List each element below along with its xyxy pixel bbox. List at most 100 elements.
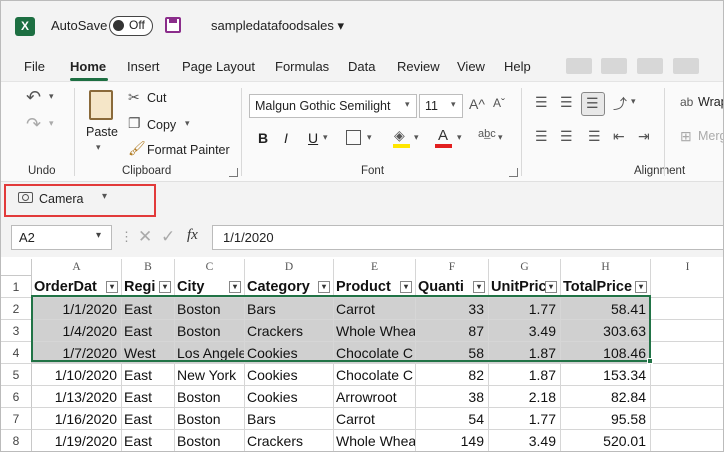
table-cell[interactable]: Carrot xyxy=(334,408,416,430)
align-left-icon[interactable]: ☰ xyxy=(535,128,548,145)
table-cell[interactable]: 3.49 xyxy=(489,430,561,451)
table-cell[interactable]: Whole Whea xyxy=(334,430,416,451)
dialog-launcher-icon[interactable] xyxy=(229,168,238,177)
empty-cell[interactable] xyxy=(651,364,723,386)
table-cell[interactable]: 58 xyxy=(416,342,489,364)
copy-button[interactable]: Copy xyxy=(147,118,176,132)
chevron-down-icon[interactable]: ▾ xyxy=(631,96,636,107)
filter-dropdown-icon[interactable]: ▾ xyxy=(635,281,647,293)
empty-cell[interactable] xyxy=(651,276,723,298)
font-color-icon[interactable]: A xyxy=(438,127,448,144)
table-cell[interactable]: 1.77 xyxy=(489,408,561,430)
chevron-down-icon[interactable]: ▾ xyxy=(102,191,107,202)
chevron-down-icon[interactable]: ▾ xyxy=(49,91,54,102)
filter-dropdown-icon[interactable]: ▾ xyxy=(106,281,118,293)
row-header-4[interactable]: 4 xyxy=(1,342,32,364)
select-all-corner[interactable] xyxy=(1,259,32,276)
tab-data[interactable]: Data xyxy=(348,59,375,74)
chevron-down-icon[interactable]: ▾ xyxy=(96,230,101,241)
camera-icon[interactable] xyxy=(18,192,33,203)
chevron-down-icon[interactable]: ▾ xyxy=(323,132,328,143)
merge-button[interactable]: Merg xyxy=(698,129,723,143)
formula-input[interactable]: 1/1/2020 xyxy=(212,225,723,250)
table-header-cell[interactable]: OrderDat ▾ xyxy=(32,276,122,298)
table-cell[interactable]: 1.87 xyxy=(489,342,561,364)
table-cell[interactable]: 58.41 xyxy=(561,298,651,320)
undo-icon[interactable]: ↶ xyxy=(26,87,41,108)
column-header-f[interactable]: F xyxy=(416,259,489,276)
table-cell[interactable]: 54 xyxy=(416,408,489,430)
table-cell[interactable]: 3.49 xyxy=(489,320,561,342)
tab-formulas[interactable]: Formulas xyxy=(275,59,329,74)
table-cell[interactable]: East xyxy=(122,320,175,342)
align-middle-icon[interactable]: ☰ xyxy=(560,94,573,111)
row-header-5[interactable]: 5 xyxy=(1,364,32,386)
fill-handle[interactable] xyxy=(647,358,653,364)
table-cell[interactable]: 1/7/2020 xyxy=(32,342,122,364)
camera-button[interactable]: Camera xyxy=(39,192,83,206)
paste-button[interactable]: Paste xyxy=(86,125,118,139)
save-icon[interactable] xyxy=(165,17,181,33)
cut-button[interactable]: Cut xyxy=(147,91,166,105)
table-cell[interactable]: West xyxy=(122,342,175,364)
italic-button[interactable]: I xyxy=(284,130,288,146)
align-right-icon[interactable]: ☰ xyxy=(588,128,601,145)
table-cell[interactable]: 1/13/2020 xyxy=(32,386,122,408)
tab-home[interactable]: Home xyxy=(70,59,106,74)
column-header-h[interactable]: H xyxy=(561,259,651,276)
table-cell[interactable]: 149 xyxy=(416,430,489,451)
tab-view[interactable]: View xyxy=(457,59,485,74)
table-cell[interactable]: 82 xyxy=(416,364,489,386)
table-cell[interactable]: 87 xyxy=(416,320,489,342)
table-cell[interactable]: 108.46 xyxy=(561,342,651,364)
table-cell[interactable]: East xyxy=(122,386,175,408)
table-header-cell[interactable]: TotalPrice ▾ xyxy=(561,276,651,298)
empty-cell[interactable] xyxy=(651,408,723,430)
table-header-cell[interactable]: Quanti ▾ xyxy=(416,276,489,298)
filter-dropdown-icon[interactable]: ▾ xyxy=(229,281,241,293)
fill-color-icon[interactable]: ◈ xyxy=(394,127,405,144)
scissors-icon[interactable]: ✂ xyxy=(128,89,140,106)
table-cell[interactable]: Chocolate C xyxy=(334,342,416,364)
filter-dropdown-icon[interactable]: ▾ xyxy=(159,281,171,293)
table-cell[interactable]: Boston xyxy=(175,408,245,430)
format-painter-button[interactable]: Format Painter xyxy=(147,143,230,157)
table-cell[interactable]: Cookies xyxy=(245,386,334,408)
table-cell[interactable]: East xyxy=(122,364,175,386)
format-painter-icon[interactable]: 🖌 xyxy=(128,140,146,157)
table-cell[interactable]: Crackers xyxy=(245,320,334,342)
table-header-cell[interactable]: UnitPric ▾ xyxy=(489,276,561,298)
decrease-indent-icon[interactable]: ⇤ xyxy=(613,128,625,145)
table-cell[interactable]: Los Angele xyxy=(175,342,245,364)
table-cell[interactable]: 33 xyxy=(416,298,489,320)
cancel-icon[interactable]: ✕ xyxy=(138,227,152,247)
filter-dropdown-icon[interactable]: ▾ xyxy=(473,281,485,293)
column-header-e[interactable]: E xyxy=(334,259,416,276)
table-cell[interactable]: Chocolate C xyxy=(334,364,416,386)
column-header-d[interactable]: D xyxy=(245,259,334,276)
column-header-a[interactable]: A xyxy=(32,259,122,276)
underline-button[interactable]: U xyxy=(308,130,318,146)
table-header-cell[interactable]: Category ▾ xyxy=(245,276,334,298)
filter-dropdown-icon[interactable]: ▾ xyxy=(545,281,557,293)
table-cell[interactable]: Boston xyxy=(175,320,245,342)
chevron-down-icon[interactable]: ▾ xyxy=(498,132,503,143)
chevron-down-icon[interactable]: ▾ xyxy=(414,132,419,143)
row-header-1[interactable]: 1 xyxy=(1,276,32,298)
filter-dropdown-icon[interactable]: ▾ xyxy=(318,281,330,293)
tab-insert[interactable]: Insert xyxy=(127,59,160,74)
table-cell[interactable]: 1/19/2020 xyxy=(32,430,122,451)
table-cell[interactable]: 1.87 xyxy=(489,364,561,386)
bold-button[interactable]: B xyxy=(258,130,268,146)
table-cell[interactable]: Cookies xyxy=(245,364,334,386)
align-center-icon[interactable]: ☰ xyxy=(560,128,573,145)
increase-font-size-icon[interactable]: A^ xyxy=(469,96,485,112)
table-cell[interactable]: 95.58 xyxy=(561,408,651,430)
font-size-select[interactable]: 11 xyxy=(419,94,463,118)
copy-icon[interactable]: ❐ xyxy=(128,115,141,132)
table-cell[interactable]: 2.18 xyxy=(489,386,561,408)
table-cell[interactable]: East xyxy=(122,298,175,320)
table-cell[interactable]: Cookies xyxy=(245,342,334,364)
chevron-down-icon[interactable]: ▾ xyxy=(185,118,190,129)
tab-review[interactable]: Review xyxy=(397,59,440,74)
